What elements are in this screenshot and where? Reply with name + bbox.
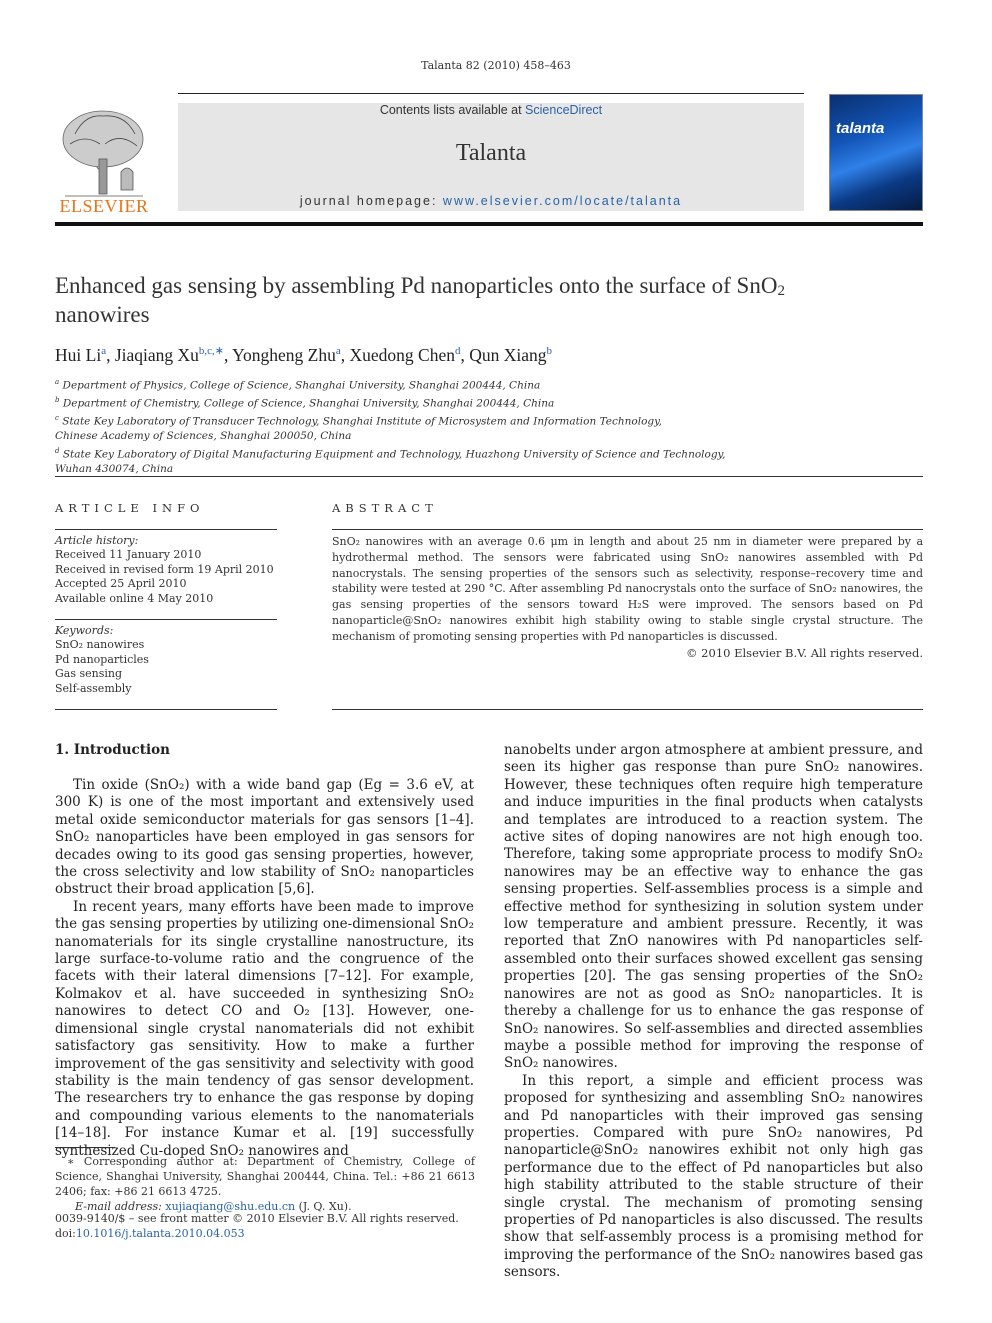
header-divider bbox=[55, 222, 923, 226]
left-column: Tin oxide (SnO₂) with a wide band gap (E… bbox=[55, 777, 474, 1160]
doi-label: doi: bbox=[55, 1227, 76, 1240]
running-head: Talanta 82 (2010) 458–463 bbox=[421, 59, 571, 72]
right-column: nanobelts under argon atmosphere at ambi… bbox=[504, 742, 923, 1282]
footnote: ∗ Corresponding author at: Department of… bbox=[55, 1154, 475, 1214]
author[interactable]: Jiaqiang Xub,c,∗ bbox=[115, 345, 224, 365]
journal-homepage: journal homepage: www.elsevier.com/locat… bbox=[178, 194, 804, 208]
journal-name: Talanta bbox=[455, 140, 527, 166]
keyword: Gas sensing bbox=[55, 667, 123, 681]
article-history: Article history: Received 11 January 201… bbox=[55, 534, 277, 606]
history-item: Accepted 25 April 2010 bbox=[55, 577, 187, 591]
affiliation: Wuhan 430074, China bbox=[55, 462, 174, 475]
divider bbox=[55, 476, 923, 477]
author[interactable]: Yongheng Zhua bbox=[232, 345, 341, 365]
title-text-line2: nanowires bbox=[55, 302, 150, 327]
header-rule bbox=[178, 93, 804, 94]
author[interactable]: Xuedong Chend bbox=[350, 345, 461, 365]
title-subscript: 2 bbox=[777, 283, 785, 299]
affiliations: a Department of Physics, College of Scie… bbox=[55, 375, 755, 476]
homepage-label: journal homepage: bbox=[299, 194, 443, 208]
history-item: Received 11 January 2010 bbox=[55, 548, 202, 562]
keyword: SnO₂ nanowires bbox=[55, 638, 145, 652]
elsevier-wordmark: ELSEVIER bbox=[59, 196, 149, 216]
article-title: Enhanced gas sensing by assembling Pd na… bbox=[55, 271, 925, 329]
homepage-link[interactable]: www.elsevier.com/locate/talanta bbox=[443, 194, 682, 208]
issn-line: 0039-9140/$ – see front matter © 2010 El… bbox=[55, 1212, 459, 1225]
affiliation: b Department of Chemistry, College of Sc… bbox=[55, 396, 555, 410]
elsevier-logo: ELSEVIER bbox=[55, 104, 153, 216]
author[interactable]: Hui Lia bbox=[55, 345, 106, 365]
affiliation: c State Key Laboratory of Transducer Tec… bbox=[55, 414, 662, 428]
history-item: Available online 4 May 2010 bbox=[55, 591, 214, 605]
divider bbox=[332, 529, 923, 530]
keyword: Pd nanoparticles bbox=[55, 652, 149, 666]
footnote-rule bbox=[55, 1147, 115, 1148]
section-heading: 1. Introduction bbox=[55, 742, 170, 758]
contents-line: Contents lists available at ScienceDirec… bbox=[178, 103, 804, 117]
divider bbox=[55, 529, 277, 530]
affiliation: a Department of Physics, College of Scie… bbox=[55, 378, 541, 392]
cover-title: talanta bbox=[836, 120, 885, 137]
paragraph: Tin oxide (SnO₂) with a wide band gap (E… bbox=[55, 777, 474, 898]
paragraph: In recent years, many efforts have been … bbox=[55, 898, 474, 1159]
author-list: Hui Lia, Jiaqiang Xub,c,∗, Yongheng Zhua… bbox=[55, 344, 553, 365]
front-matter: 0039-9140/$ – see front matter © 2010 El… bbox=[55, 1211, 475, 1241]
doi-link[interactable]: 10.1016/j.talanta.2010.04.053 bbox=[76, 1227, 245, 1240]
sciencedirect-link[interactable]: ScienceDirect bbox=[525, 103, 602, 117]
article-info-heading: ARTICLE INFO bbox=[55, 501, 205, 515]
author[interactable]: Qun Xiangb bbox=[469, 345, 552, 365]
keywords: Keywords: SnO₂ nanowires Pd nanoparticle… bbox=[55, 624, 277, 696]
paragraph: In this report, a simple and efficient p… bbox=[504, 1072, 923, 1281]
copyright: © 2010 Elsevier B.V. All rights reserved… bbox=[686, 646, 923, 660]
divider bbox=[332, 709, 923, 710]
affiliation: d State Key Laboratory of Digital Manufa… bbox=[55, 446, 726, 461]
paragraph: nanobelts under argon atmosphere at ambi… bbox=[504, 742, 923, 1072]
divider bbox=[55, 619, 277, 620]
corresponding-author-note: ∗ Corresponding author at: Department of… bbox=[55, 1155, 475, 1198]
history-item: Received in revised form 19 April 2010 bbox=[55, 562, 274, 576]
affiliation: Chinese Academy of Sciences, Shanghai 20… bbox=[55, 430, 352, 442]
keywords-label: Keywords: bbox=[55, 624, 114, 637]
journal-cover bbox=[829, 94, 923, 211]
divider bbox=[55, 709, 277, 710]
contents-prefix: Contents lists available at bbox=[379, 103, 526, 117]
abstract-heading: ABSTRACT bbox=[332, 501, 438, 515]
keyword: Self-assembly bbox=[55, 681, 132, 695]
history-label: Article history: bbox=[55, 534, 139, 547]
abstract-text: SnO₂ nanowires with an average 0.6 μm in… bbox=[332, 535, 923, 643]
title-text: Enhanced gas sensing by assembling Pd na… bbox=[55, 273, 778, 298]
